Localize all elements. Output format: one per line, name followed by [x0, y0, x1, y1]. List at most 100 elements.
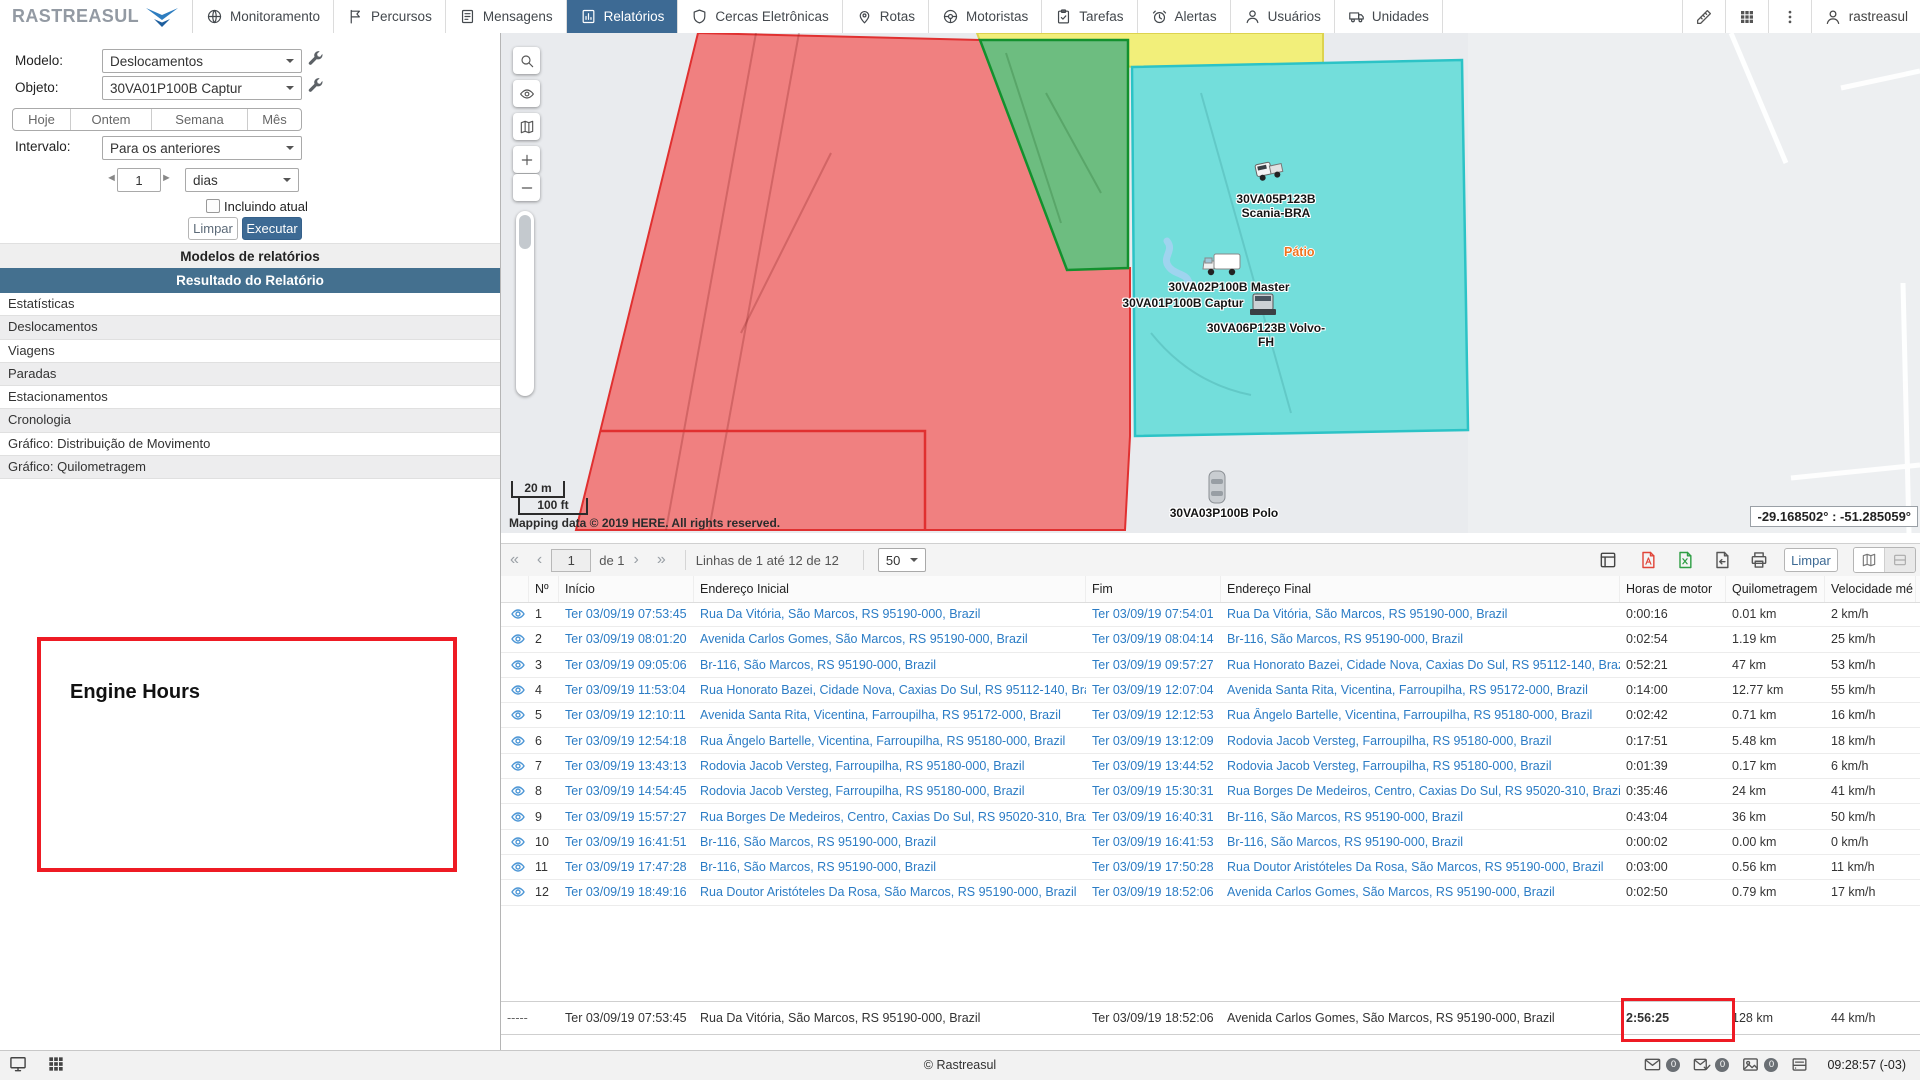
row-view-eye-icon[interactable]	[501, 885, 529, 899]
row-view-eye-icon[interactable]	[501, 835, 529, 849]
report-type-item[interactable]: Estacionamentos	[0, 386, 500, 409]
row-view-eye-icon[interactable]	[501, 759, 529, 773]
map-canvas[interactable]: 30VA05P123BScania-BRA 30VA02P100B Master 3…	[501, 33, 1920, 533]
zoom-out-button[interactable]	[513, 174, 540, 201]
cell[interactable]: Br-116, São Marcos, RS 95190-000, Brazil	[694, 658, 1086, 672]
tab-alertas[interactable]: Alertas	[1138, 0, 1231, 33]
cell[interactable]: Ter 03/09/19 17:50:28	[1086, 860, 1221, 874]
modelo-select[interactable]: Deslocamentos	[102, 49, 302, 73]
report-type-item[interactable]: Cronologia	[0, 409, 500, 432]
cell[interactable]: Ter 03/09/19 09:57:27	[1086, 658, 1221, 672]
page-number-input[interactable]	[551, 549, 591, 572]
cell[interactable]: Ter 03/09/19 12:12:53	[1086, 708, 1221, 722]
cell[interactable]: Ter 03/09/19 13:44:52	[1086, 759, 1221, 773]
column-header[interactable]: Endereço Final	[1221, 576, 1620, 602]
quick-range-mês[interactable]: Mês	[248, 109, 301, 130]
cell[interactable]: Rodovia Jacob Versteg, Farroupilha, RS 9…	[694, 759, 1086, 773]
cell[interactable]: Rua Borges De Medeiros, Centro, Caxias D…	[694, 810, 1086, 824]
cell[interactable]: Rua Ângelo Bartelle, Vicentina, Farroupi…	[1221, 708, 1620, 722]
vehicle-marker-label-master[interactable]: 30VA02P100B Master	[1129, 281, 1329, 295]
cell[interactable]: Rodovia Jacob Versteg, Farroupilha, RS 9…	[1221, 734, 1620, 748]
intervalo-select[interactable]: Para os anteriores	[102, 136, 302, 160]
interval-unit-select[interactable]: dias	[185, 168, 299, 192]
cell[interactable]: Ter 03/09/19 18:49:16	[559, 885, 694, 899]
row-view-eye-icon[interactable]	[501, 708, 529, 722]
column-header[interactable]: Fim	[1086, 576, 1221, 602]
cell[interactable]: Ter 03/09/19 07:54:01	[1086, 607, 1221, 621]
storage-icon[interactable]	[1790, 1055, 1809, 1074]
report-type-item[interactable]: Paradas	[0, 363, 500, 386]
cell[interactable]: Rua Doutor Aristóteles Da Rosa, São Marc…	[1221, 860, 1620, 874]
cell[interactable]: Br-116, São Marcos, RS 95190-000, Brazil	[1221, 835, 1620, 849]
cell[interactable]: Rua Honorato Bazei, Cidade Nova, Caxias …	[694, 683, 1086, 697]
cell[interactable]: Rua Ângelo Bartelle, Vicentina, Farroupi…	[694, 734, 1086, 748]
interval-count-input[interactable]	[117, 168, 161, 192]
tab-monitoramento[interactable]: Monitoramento	[193, 0, 334, 33]
last-page-button[interactable]: »	[648, 551, 675, 569]
column-header[interactable]: Velocidade mé	[1825, 576, 1916, 602]
map-visibility-button[interactable]	[513, 80, 540, 107]
split-view-toggle[interactable]	[1884, 548, 1915, 572]
column-header[interactable]: Horas de motor	[1620, 576, 1726, 602]
zoom-in-button[interactable]	[513, 146, 540, 173]
vehicle-marker-icon-scania[interactable]	[1253, 155, 1287, 188]
cell[interactable]: Rodovia Jacob Versteg, Farroupilha, RS 9…	[1221, 759, 1620, 773]
vehicle-marker-icon-volvo[interactable]	[1248, 291, 1278, 324]
row-view-eye-icon[interactable]	[501, 784, 529, 798]
report-type-item[interactable]: Gráfico: Distribuição de Movimento	[0, 433, 500, 456]
row-view-eye-icon[interactable]	[501, 810, 529, 824]
objeto-edit-wrench-icon[interactable]	[306, 76, 325, 95]
mail-check-icon[interactable]	[1692, 1055, 1711, 1074]
report-type-item[interactable]: Estatísticas	[0, 293, 500, 316]
cell[interactable]: Ter 03/09/19 08:01:20	[559, 632, 694, 646]
report-type-item[interactable]: Gráfico: Quilometragem	[0, 456, 500, 479]
print-button[interactable]	[1749, 550, 1769, 570]
row-view-eye-icon[interactable]	[501, 860, 529, 874]
user-menu[interactable]: rastreasul	[1811, 0, 1920, 33]
cell[interactable]: Ter 03/09/19 09:05:06	[559, 658, 694, 672]
tab-usuarios[interactable]: Usuários	[1231, 0, 1335, 33]
cell[interactable]: Rodovia Jacob Versteg, Farroupilha, RS 9…	[694, 784, 1086, 798]
cell[interactable]: Ter 03/09/19 14:54:45	[559, 784, 694, 798]
tab-tarefas[interactable]: Tarefas	[1042, 0, 1137, 33]
cell[interactable]: Br-116, São Marcos, RS 95190-000, Brazil	[694, 835, 1086, 849]
column-header[interactable]: Quilometragem	[1726, 576, 1825, 602]
column-header[interactable]: Início	[559, 576, 694, 602]
export-pdf-button[interactable]	[1638, 550, 1658, 570]
table-clear-button[interactable]: Limpar	[1784, 548, 1838, 572]
cell[interactable]: Br-116, São Marcos, RS 95190-000, Brazil	[1221, 632, 1620, 646]
tab-unidades[interactable]: Unidades	[1335, 0, 1443, 33]
vehicle-marker-icon-master[interactable]	[1201, 249, 1245, 284]
row-view-eye-icon[interactable]	[501, 683, 529, 697]
cell[interactable]: Ter 03/09/19 12:07:04	[1086, 683, 1221, 697]
modelo-edit-wrench-icon[interactable]	[306, 49, 325, 68]
cell[interactable]: Ter 03/09/19 17:47:28	[559, 860, 694, 874]
cell[interactable]: Ter 03/09/19 16:41:53	[1086, 835, 1221, 849]
row-view-eye-icon[interactable]	[501, 734, 529, 748]
vehicle-marker-label-volvo[interactable]: 30VA06P123B Volvo-FH	[1166, 322, 1366, 349]
vehicle-marker-label-scania[interactable]: 30VA05P123BScania-BRA	[1176, 193, 1376, 220]
cell[interactable]: Ter 03/09/19 13:43:13	[559, 759, 694, 773]
cell[interactable]: Rua Da Vitória, São Marcos, RS 95190-000…	[694, 607, 1086, 621]
zoom-slider[interactable]	[516, 211, 534, 396]
vehicle-marker-icon-polo[interactable]	[1207, 469, 1227, 510]
tab-rotas[interactable]: Rotas	[843, 0, 929, 33]
measure-tool-button[interactable]	[1682, 0, 1725, 33]
export-excel-button[interactable]	[1675, 550, 1695, 570]
tab-percursos[interactable]: Percursos	[334, 0, 446, 33]
cell[interactable]: Ter 03/09/19 11:53:04	[559, 683, 694, 697]
cell[interactable]: Rua Doutor Aristóteles Da Rosa, São Marc…	[694, 885, 1086, 899]
clear-button[interactable]: Limpar	[188, 217, 238, 240]
tab-mensagens[interactable]: Mensagens	[446, 0, 567, 33]
vehicle-marker-label-polo[interactable]: 30VA03P100B Polo	[1124, 507, 1324, 521]
cell[interactable]: Avenida Santa Rita, Vicentina, Farroupil…	[1221, 683, 1620, 697]
cell[interactable]: Avenida Santa Rita, Vicentina, Farroupil…	[694, 708, 1086, 722]
apps-grid-button[interactable]	[1725, 0, 1768, 33]
cell[interactable]: Ter 03/09/19 16:40:31	[1086, 810, 1221, 824]
cell[interactable]: Ter 03/09/19 18:52:06	[1086, 885, 1221, 899]
map-layers-button[interactable]	[513, 113, 540, 140]
cell[interactable]: Ter 03/09/19 12:54:18	[559, 734, 694, 748]
next-page-button[interactable]: ›	[625, 551, 648, 569]
cell[interactable]: Avenida Carlos Gomes, São Marcos, RS 951…	[694, 632, 1086, 646]
more-options-button[interactable]	[1768, 0, 1811, 33]
